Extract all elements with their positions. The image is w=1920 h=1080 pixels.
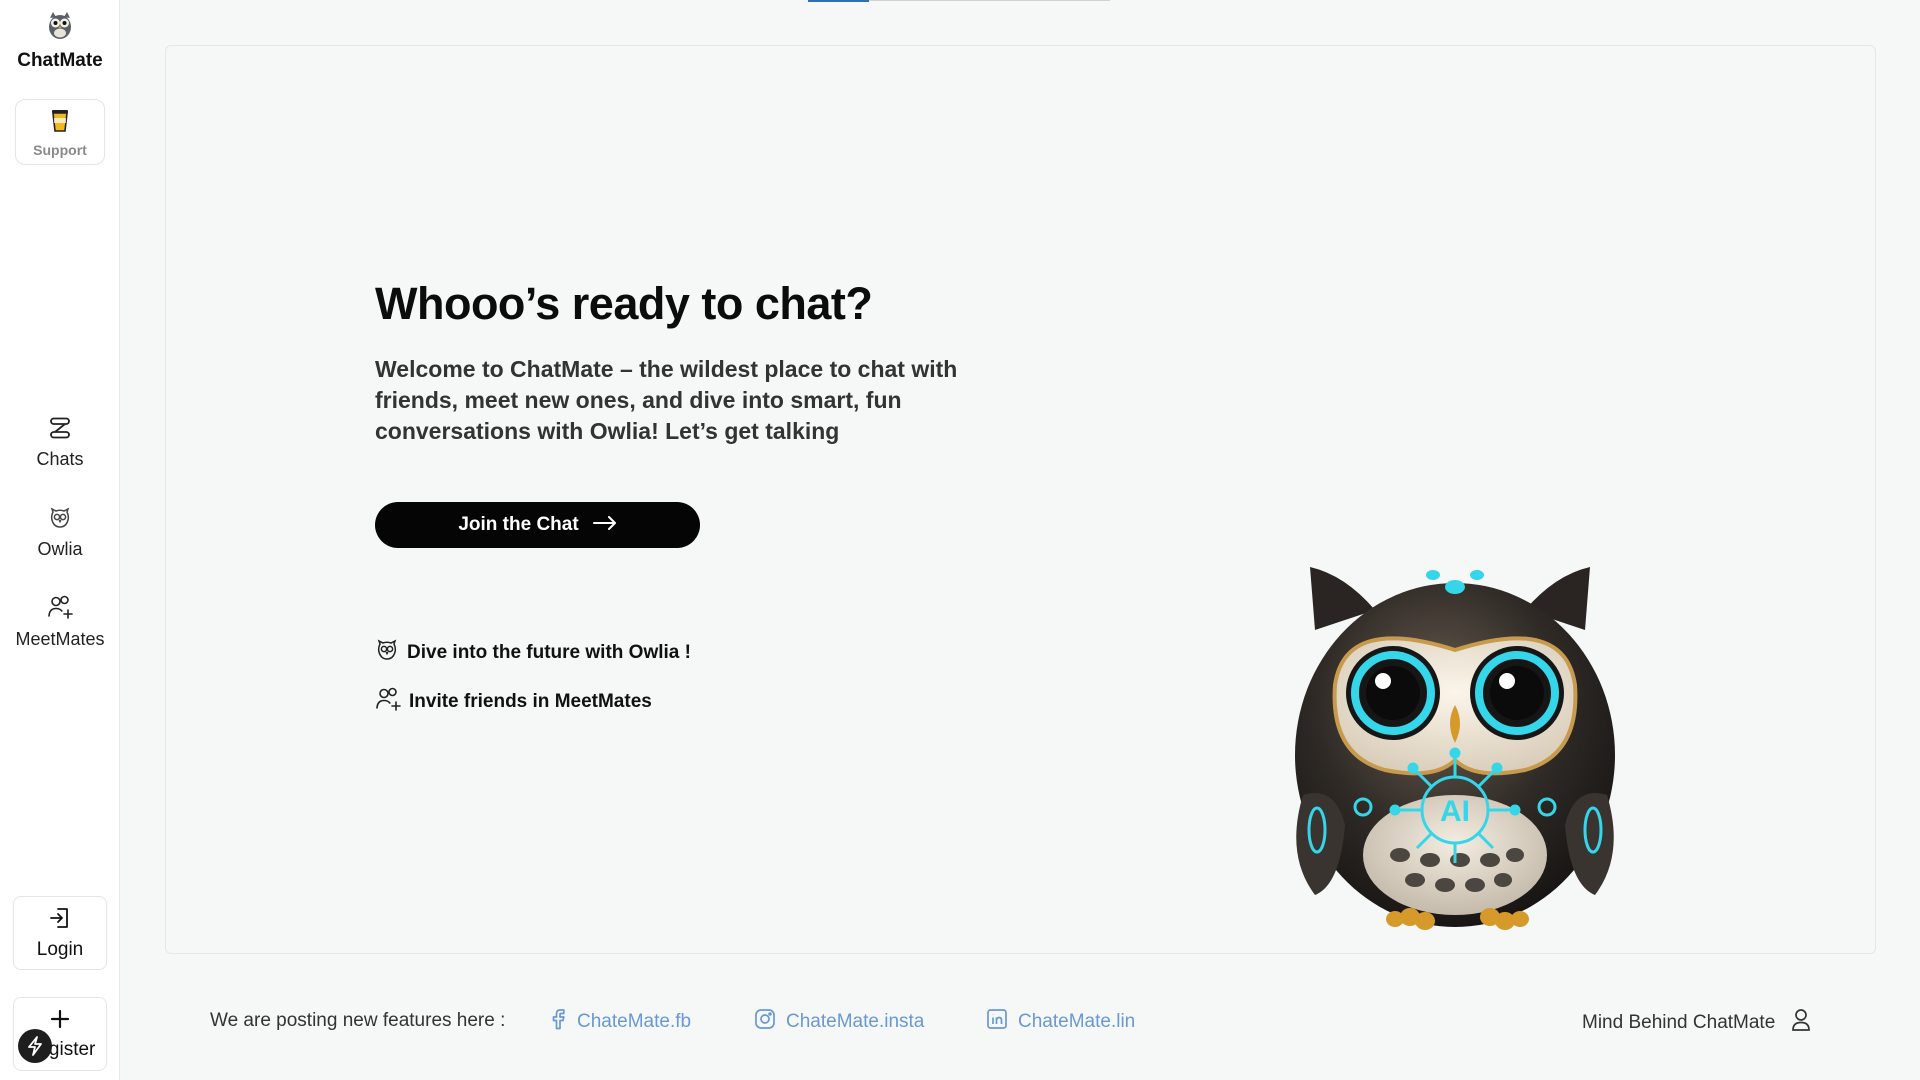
footer-link-facebook[interactable]: ChateMate.fb <box>551 1008 691 1036</box>
owl-logo-icon <box>44 8 76 42</box>
plus-icon <box>49 1008 71 1035</box>
add-user-icon <box>375 686 401 718</box>
bolt-icon[interactable] <box>18 1029 52 1063</box>
login-label: Login <box>36 938 84 960</box>
footer-link-linkedin[interactable]: ChateMate.lin <box>986 1008 1135 1036</box>
cup-icon <box>49 107 71 138</box>
footer-link-label: ChateMate.fb <box>577 1011 692 1032</box>
owl-illustration: AI <box>1275 555 1635 935</box>
sidebar-item-meetmates[interactable]: MeetMates <box>0 594 120 650</box>
instagram-icon <box>754 1008 776 1036</box>
footer-link-label: ChateMate.lin <box>1018 1011 1136 1032</box>
footer-link-label: ChateMate.insta <box>786 1011 925 1032</box>
feature-label: Invite friends in MeetMates <box>409 691 652 712</box>
user-icon <box>1791 1008 1811 1038</box>
add-user-icon <box>47 594 73 625</box>
sidebar-item-label: MeetMates <box>15 629 105 649</box>
linkedin-icon <box>986 1008 1008 1036</box>
feature-meetmates[interactable]: Invite friends in MeetMates <box>375 686 652 718</box>
owl-icon <box>48 506 72 535</box>
sidebar: ChatMate Support Chats Owlia MeetMates L… <box>0 0 120 1080</box>
footer-link-instagram[interactable]: ChateMate.insta <box>754 1008 924 1036</box>
login-icon <box>48 906 72 935</box>
sidebar-item-chats[interactable]: Chats <box>0 416 120 470</box>
facebook-icon <box>551 1008 567 1036</box>
support-label: Support <box>33 141 87 158</box>
support-button[interactable]: Support <box>15 99 105 165</box>
arrow-right-icon <box>592 515 617 535</box>
mind-behind-label: Mind Behind ChatMate <box>1582 1012 1776 1033</box>
login-button[interactable]: Login <box>13 896 107 970</box>
footer-note: We are posting new features here : <box>210 1010 506 1031</box>
top-progress-active <box>808 0 869 2</box>
join-chat-button[interactable]: Join the Chat <box>375 502 700 548</box>
sidebar-item-owlia[interactable]: Owlia <box>0 506 120 560</box>
mind-behind-link[interactable]: Mind Behind ChatMate <box>1582 1008 1811 1038</box>
join-chat-label: Join the Chat <box>458 514 579 535</box>
feature-label: Dive into the future with Owlia ! <box>407 642 691 663</box>
sidebar-item-label: Owlia <box>37 539 83 559</box>
chats-icon <box>48 416 72 445</box>
owl-icon <box>375 638 399 668</box>
hero-subtitle: Welcome to ChatMate – the wildest place … <box>375 356 958 444</box>
brand-name: ChatMate <box>17 50 103 71</box>
hero-title: Whooo’s ready to chat? <box>375 278 873 329</box>
owl-ai-text: AI <box>1440 795 1470 828</box>
sidebar-item-label: Chats <box>36 449 84 469</box>
brand[interactable]: ChatMate <box>0 8 120 72</box>
feature-owlia[interactable]: Dive into the future with Owlia ! <box>375 638 691 668</box>
